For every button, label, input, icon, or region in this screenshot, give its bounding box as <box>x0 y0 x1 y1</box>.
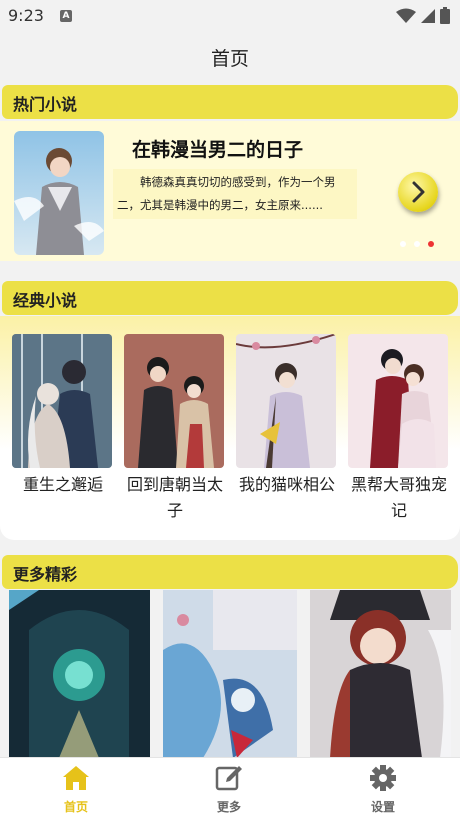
book-cover[interactable] <box>12 334 112 468</box>
carousel-dot[interactable] <box>400 241 406 247</box>
page-title: 首页 <box>210 48 249 70</box>
section-header-more: 更多精彩 <box>2 555 458 589</box>
nav-label: 首页 <box>63 800 88 814</box>
nav-item-more[interactable]: 更多 <box>189 764 269 815</box>
more-book-cover[interactable] <box>9 590 150 758</box>
more-book-cover[interactable] <box>310 590 451 758</box>
hot-book-cover[interactable] <box>14 131 104 255</box>
status-time: 9:23 <box>8 6 44 25</box>
book-item[interactable]: 我的猫咪相公 <box>236 334 338 498</box>
section-title: 更多精彩 <box>13 565 78 584</box>
edit-icon <box>215 766 242 791</box>
system-icons <box>396 7 450 24</box>
section-title: 热门小说 <box>13 95 78 114</box>
nav-label: 设置 <box>370 800 395 814</box>
hot-book-description: 韩德森真真切切的感受到，作为一个男二，尤其是韩漫中的男二，女主原来...... <box>113 169 357 219</box>
carousel-dot[interactable] <box>414 241 420 247</box>
nav-item-home[interactable]: 首页 <box>36 764 116 815</box>
section-header-classic: 经典小说 <box>2 281 458 315</box>
gear-icon <box>370 765 396 791</box>
book-name[interactable]: 我的猫咪相公 <box>236 472 338 498</box>
nav-label: 更多 <box>216 800 241 814</box>
chevron-right-icon <box>412 181 425 203</box>
book-item[interactable]: 回到唐朝当太子 <box>124 334 226 524</box>
bottom-nav: 首页 更多 设置 <box>0 757 460 818</box>
hot-book-title[interactable]: 在韩漫当男二的日子 <box>132 135 303 162</box>
home-icon <box>63 766 89 790</box>
nav-item-settings[interactable]: 设置 <box>343 764 423 815</box>
section-header-hot: 热门小说 <box>2 85 458 119</box>
book-cover[interactable] <box>124 334 224 468</box>
carousel-indicator <box>400 241 434 247</box>
book-item[interactable]: 重生之邂逅 <box>12 334 114 498</box>
book-item[interactable]: 黑帮大哥独宠记 <box>348 334 450 524</box>
book-name[interactable]: 回到唐朝当太子 <box>124 472 226 524</box>
book-cover[interactable] <box>236 334 336 468</box>
book-cover[interactable] <box>348 334 448 468</box>
carousel-dot-active[interactable] <box>428 241 434 247</box>
classic-book-list: 重生之邂逅 回到唐朝当太子 我的猫咪相公 黑帮大哥独宠记 <box>0 316 460 540</box>
battery-icon <box>440 7 450 24</box>
hot-banner[interactable]: 在韩漫当男二的日子 韩德森真真切切的感受到，作为一个男二，尤其是韩漫中的男二，女… <box>0 121 460 261</box>
signal-icon <box>421 8 435 23</box>
notification-icon: A <box>60 10 72 22</box>
status-bar: 9:23 A <box>0 0 460 32</box>
book-name[interactable]: 黑帮大哥独宠记 <box>348 472 450 524</box>
wifi-icon <box>396 8 416 23</box>
book-name[interactable]: 重生之邂逅 <box>12 472 114 498</box>
more-book-cover[interactable] <box>163 590 297 758</box>
section-title: 经典小说 <box>13 291 78 310</box>
next-arrow-button[interactable] <box>398 172 438 212</box>
